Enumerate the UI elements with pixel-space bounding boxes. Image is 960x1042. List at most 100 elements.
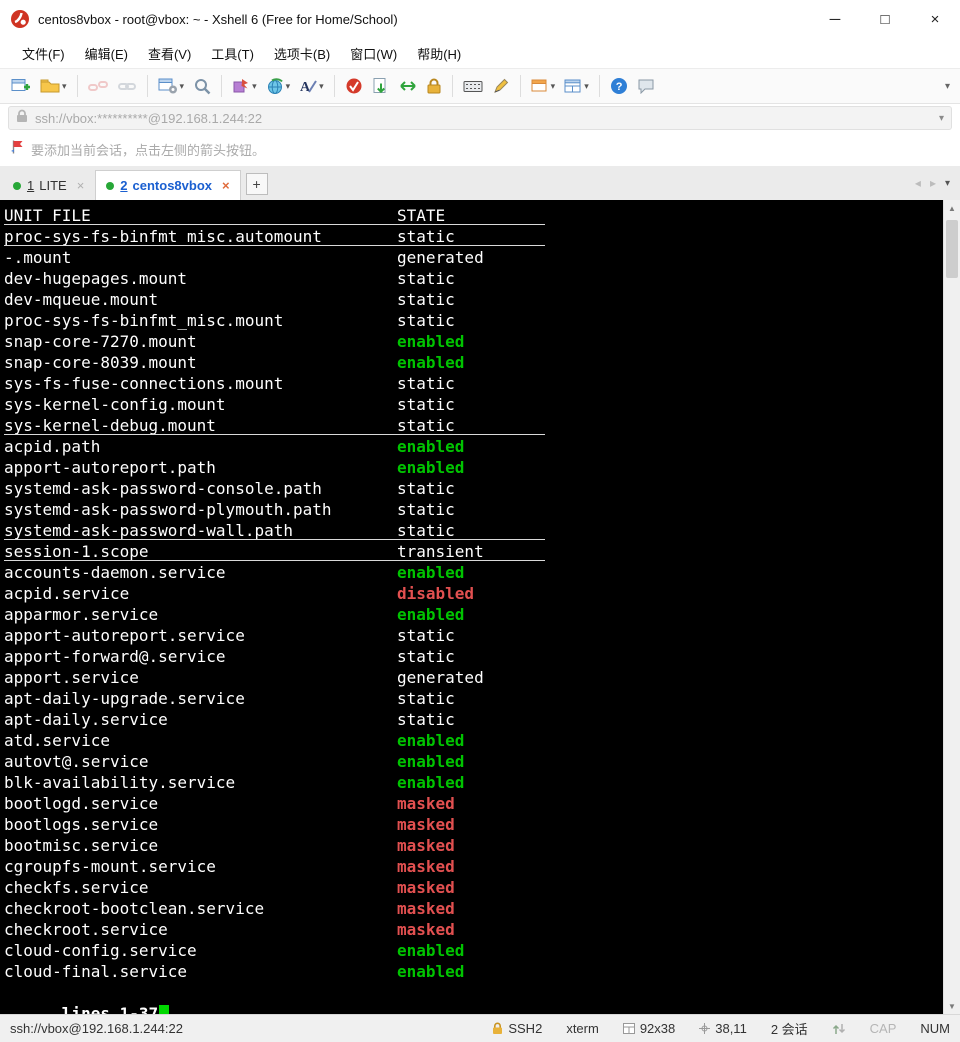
col-unit-file: UNIT FILE	[4, 205, 91, 226]
terminal-row: checkroot-bootclean.servicemasked	[4, 898, 942, 919]
terminal-row: acpid.servicedisabled	[4, 583, 942, 604]
file-transfer-icon[interactable]	[369, 74, 393, 98]
terminal-row: autovt@.serviceenabled	[4, 751, 942, 772]
menu-edit[interactable]: 编辑(E)	[75, 40, 138, 67]
svg-text:?: ?	[616, 81, 623, 93]
new-tab-button[interactable]: +	[246, 173, 268, 195]
tab-close-icon[interactable]: ×	[77, 178, 85, 193]
scroll-down-icon[interactable]	[944, 998, 960, 1014]
info-message: 要添加当前会话，点击左侧的箭头按钮。	[31, 140, 265, 159]
info-bar: 要添加当前会话，点击左侧的箭头按钮。	[0, 132, 960, 166]
window-title: centos8vbox - root@vbox: ~ - Xshell 6 (F…	[38, 12, 398, 27]
address-bar[interactable]: ssh://vbox:**********@192.168.1.244:22	[8, 106, 952, 130]
terminal-row: apport-autoreport.pathenabled	[4, 457, 942, 478]
flag-icon[interactable]	[10, 139, 24, 160]
new-file-icon[interactable]	[229, 74, 260, 98]
terminal-scrollbar[interactable]	[943, 200, 960, 1014]
tab-lite[interactable]: 1 LITE ×	[2, 170, 95, 200]
scroll-up-icon[interactable]	[944, 200, 960, 216]
font-icon[interactable]: A	[296, 74, 327, 98]
terminal-row: apt-daily-upgrade.servicestatic	[4, 688, 942, 709]
scrollbar-thumb[interactable]	[946, 220, 958, 278]
size-icon	[623, 1023, 635, 1034]
tab-number: 2	[120, 178, 127, 193]
status-bar: ssh://vbox@192.168.1.244:22 SSH2 xterm 9…	[0, 1014, 960, 1042]
terminal-row: apport-forward@.servicestatic	[4, 646, 942, 667]
pager-line: lines 1-37	[4, 982, 942, 1003]
traffic-arrows-icon	[832, 1023, 846, 1035]
tab-scroll-left-icon[interactable]: ◂	[915, 176, 921, 190]
terminal-row: -.mountgenerated	[4, 247, 942, 268]
session-properties-icon[interactable]	[155, 74, 188, 98]
new-window-icon[interactable]	[528, 75, 559, 97]
terminal-row: cloud-final.serviceenabled	[4, 961, 942, 982]
highlight-icon[interactable]	[489, 74, 513, 98]
menu-file[interactable]: 文件(F)	[12, 40, 75, 67]
terminal-row: bootlogd.servicemasked	[4, 793, 942, 814]
svg-text:A: A	[300, 80, 311, 95]
terminal-row: accounts-daemon.serviceenabled	[4, 562, 942, 583]
virtual-keyboard-icon[interactable]	[460, 75, 486, 97]
ssh-lock-icon	[492, 1022, 503, 1035]
terminal-row: apport-autoreport.servicestatic	[4, 625, 942, 646]
terminal-row: snap-core-7270.mountenabled	[4, 331, 942, 352]
tab-title: LITE	[39, 178, 66, 193]
address-text: ssh://vbox:**********@192.168.1.244:22	[35, 111, 262, 126]
menu-help[interactable]: 帮助(H)	[407, 40, 471, 67]
address-dropdown-icon[interactable]	[939, 113, 944, 124]
terminal-cursor	[159, 1005, 169, 1014]
terminal-row: checkfs.servicemasked	[4, 877, 942, 898]
maximize-button[interactable]: □	[860, 0, 910, 38]
tab-bar: 1 LITE × 2centos8vbox × + ◂ ▸ ▾	[0, 166, 960, 200]
terminal-text: UNIT FILE STATE proc-sys-fs-binfmt_misc.…	[4, 205, 942, 1014]
terminal-row: bootlogs.servicemasked	[4, 814, 942, 835]
terminal-row: blk-availability.serviceenabled	[4, 772, 942, 793]
terminal-row: systemd-ask-password-plymouth.pathstatic	[4, 499, 942, 520]
xagent-icon[interactable]	[342, 74, 366, 98]
menu-tools[interactable]: 工具(T)	[201, 40, 264, 67]
menu-view[interactable]: 查看(V)	[138, 40, 201, 67]
open-session-icon[interactable]	[37, 74, 70, 98]
terminal-row: sys-kernel-config.mountstatic	[4, 394, 942, 415]
pager-text: lines 1-37	[62, 1004, 158, 1014]
find-icon[interactable]	[190, 74, 214, 98]
col-state: STATE	[397, 205, 445, 226]
status-address: ssh://vbox@192.168.1.244:22	[10, 1021, 183, 1036]
lock-icon[interactable]	[423, 74, 445, 98]
terminal-row: dev-hugepages.mountstatic	[4, 268, 942, 289]
connected-dot-icon	[13, 182, 21, 190]
minimize-button[interactable]: ─	[810, 0, 860, 38]
terminal-row: bootmisc.servicemasked	[4, 835, 942, 856]
tab-centos8vbox[interactable]: 2centos8vbox ×	[95, 170, 240, 200]
tab-number: 1	[27, 178, 34, 193]
reconnect-icon[interactable]	[114, 75, 140, 97]
session-count: 2 会话	[771, 1019, 808, 1038]
layout-icon[interactable]	[561, 75, 592, 97]
terminal-row: acpid.pathenabled	[4, 436, 942, 457]
cursor-pos-icon	[699, 1023, 710, 1034]
terminal-row: apport.servicegenerated	[4, 667, 942, 688]
menu-window[interactable]: 窗口(W)	[340, 40, 407, 67]
connected-dot-icon	[106, 182, 114, 190]
toolbar-overflow-button[interactable]	[945, 81, 952, 92]
encoding-icon[interactable]	[263, 74, 294, 98]
terminal[interactable]: UNIT FILE STATE proc-sys-fs-binfmt_misc.…	[0, 200, 960, 1014]
tab-close-icon[interactable]: ×	[222, 178, 230, 193]
terminal-type: xterm	[566, 1021, 599, 1036]
disconnect-icon[interactable]	[85, 75, 111, 97]
menu-tab[interactable]: 选项卡(B)	[264, 40, 340, 67]
new-terminal-icon[interactable]	[8, 74, 34, 98]
terminal-row: atd.serviceenabled	[4, 730, 942, 751]
feedback-icon[interactable]	[634, 75, 658, 97]
terminal-row: systemd-ask-password-console.pathstatic	[4, 478, 942, 499]
tab-scroll-right-icon[interactable]: ▸	[930, 176, 936, 190]
terminal-row: apparmor.serviceenabled	[4, 604, 942, 625]
close-button[interactable]: ×	[910, 0, 960, 38]
menu-bar: 文件(F) 编辑(E) 查看(V) 工具(T) 选项卡(B) 窗口(W) 帮助(…	[0, 38, 960, 68]
fullscreen-icon[interactable]	[396, 74, 420, 98]
help-icon[interactable]: ?	[607, 74, 631, 98]
terminal-row: apt-daily.servicestatic	[4, 709, 942, 730]
terminal-size: 92x38	[623, 1021, 675, 1036]
tab-list-dropdown-icon[interactable]: ▾	[945, 178, 950, 189]
terminal-row: cgroupfs-mount.servicemasked	[4, 856, 942, 877]
